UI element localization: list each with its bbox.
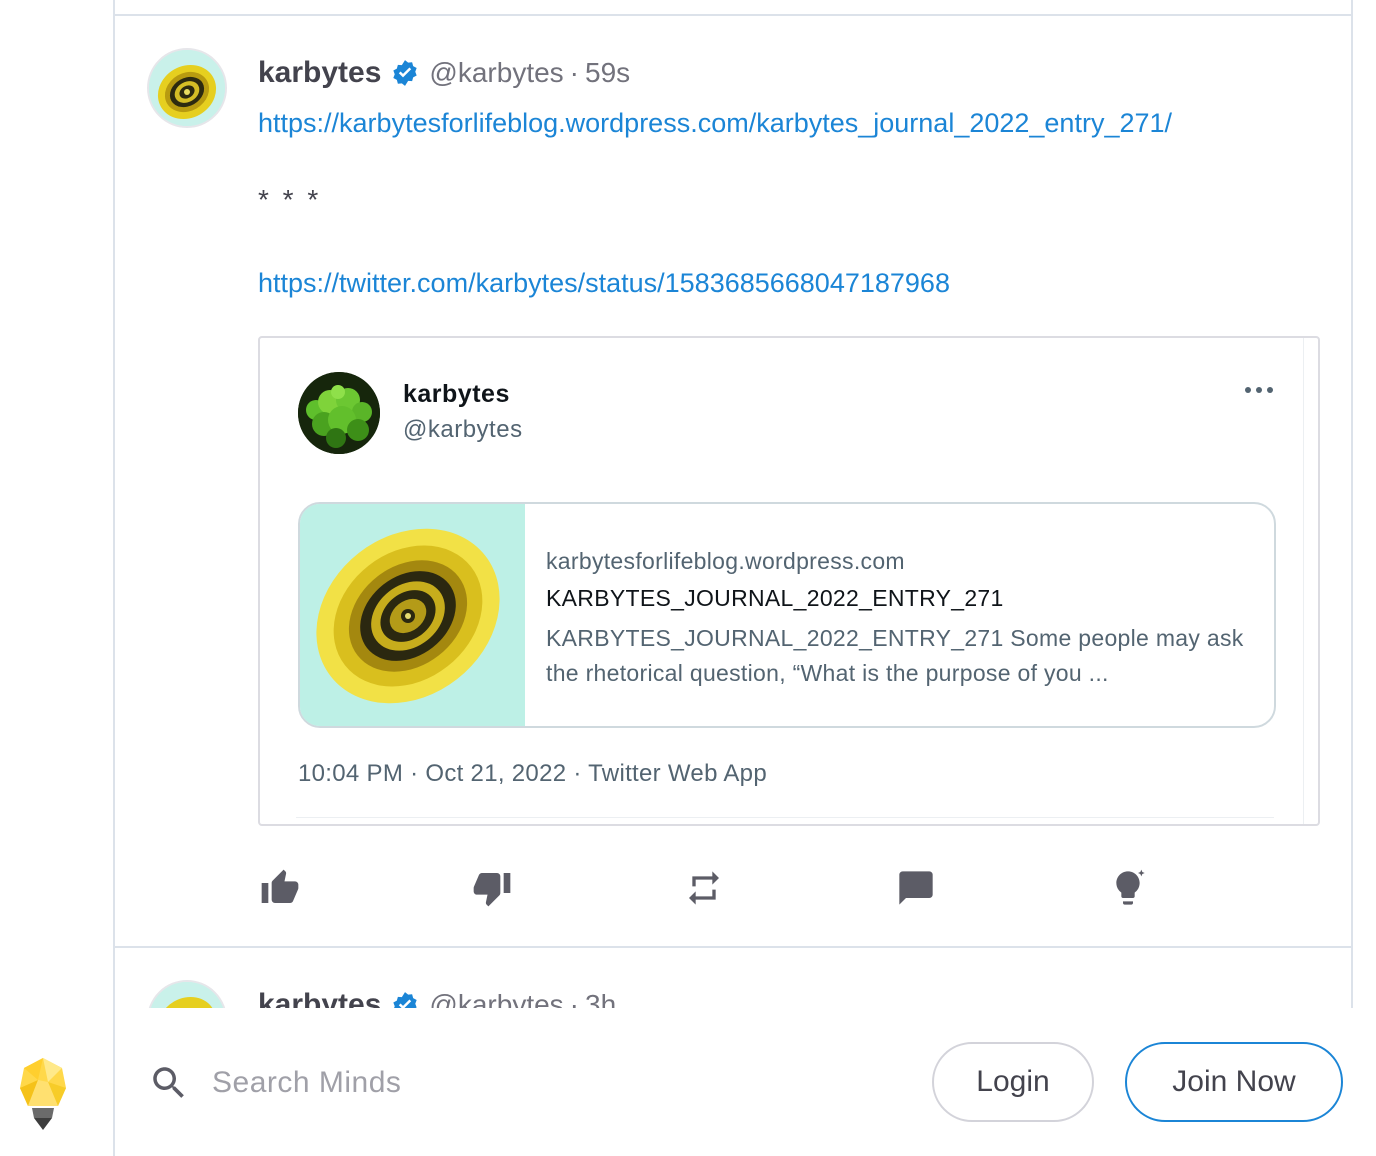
post-actions [258,866,1258,910]
post-byline: karbytes @karbytes · 59s [258,56,630,90]
embed-edge [296,817,1274,818]
thumbs-up-icon [261,869,299,903]
author-name[interactable]: karbytes [258,988,381,1008]
avatar-image [149,982,225,1008]
bottom-bar: Login Join Now [0,1008,1376,1156]
tweet-meta: 10:04 PM · Oct 21, 2022 · Twitter Web Ap… [298,760,767,787]
byline-separator: · [569,57,579,88]
remind-icon [689,871,719,905]
embed-edge [1303,338,1304,824]
link-preview-card: karbytesforlifeblog.wordpress.com KARBYT… [298,502,1276,728]
author-handle[interactable]: @karbytes [429,57,563,89]
divider [113,1008,115,1156]
next-post: karbytes @karbytes · 3h [115,948,1351,1008]
post-link-twitter[interactable]: https://twitter.com/karbytes/status/1583… [258,268,950,299]
verified-badge-icon [391,59,419,87]
divider [115,14,1351,16]
remind-button[interactable] [682,866,726,910]
comment-icon [899,871,933,905]
search-input[interactable] [212,1058,772,1108]
verified-badge-icon [391,991,419,1008]
feed-column: karbytes @karbytes · 59s https://karbyte… [113,0,1353,1008]
tweet-avatar-image [298,372,380,454]
tweet-avatar [298,372,380,454]
next-author-avatar[interactable] [147,980,227,1008]
byline-separator: · [569,989,579,1008]
tweet-author-name: karbytes [403,380,510,408]
more-options-icon [1245,387,1273,393]
next-post-byline: karbytes @karbytes · 3h [258,988,616,1008]
comment-button[interactable] [894,866,938,910]
minds-logo-icon[interactable] [18,1056,68,1136]
thumbs-down-button[interactable] [470,866,514,910]
boost-icon [1116,869,1145,905]
embedded-tweet[interactable]: karbytes @karbytes karbytesforlifeblog.w… [258,336,1320,826]
author-avatar[interactable] [147,48,227,128]
post-timestamp[interactable]: 59s [585,57,630,89]
author-handle[interactable]: @karbytes [429,989,563,1008]
post-timestamp[interactable]: 3h [585,989,616,1008]
boost-button[interactable] [1106,866,1150,910]
join-now-button[interactable]: Join Now [1125,1042,1343,1122]
author-name[interactable]: karbytes [258,56,381,90]
thumbs-down-icon [473,873,511,907]
tweet-author-handle: @karbytes [403,416,523,443]
card-domain: karbytesforlifeblog.wordpress.com [546,548,905,574]
avatar-image [149,50,225,126]
post-link-wordpress[interactable]: https://karbytesforlifeblog.wordpress.co… [258,108,1172,139]
link-preview-thumbnail [300,504,525,726]
search-icon [153,1067,184,1098]
thumbs-up-button[interactable] [258,866,302,910]
card-title: KARBYTES_JOURNAL_2022_ENTRY_271 [546,585,1004,611]
card-description: KARBYTES_JOURNAL_2022_ENTRY_271 Some peo… [546,625,1244,686]
login-button[interactable]: Login [932,1042,1094,1122]
post-separator-text: * * * [258,184,322,215]
